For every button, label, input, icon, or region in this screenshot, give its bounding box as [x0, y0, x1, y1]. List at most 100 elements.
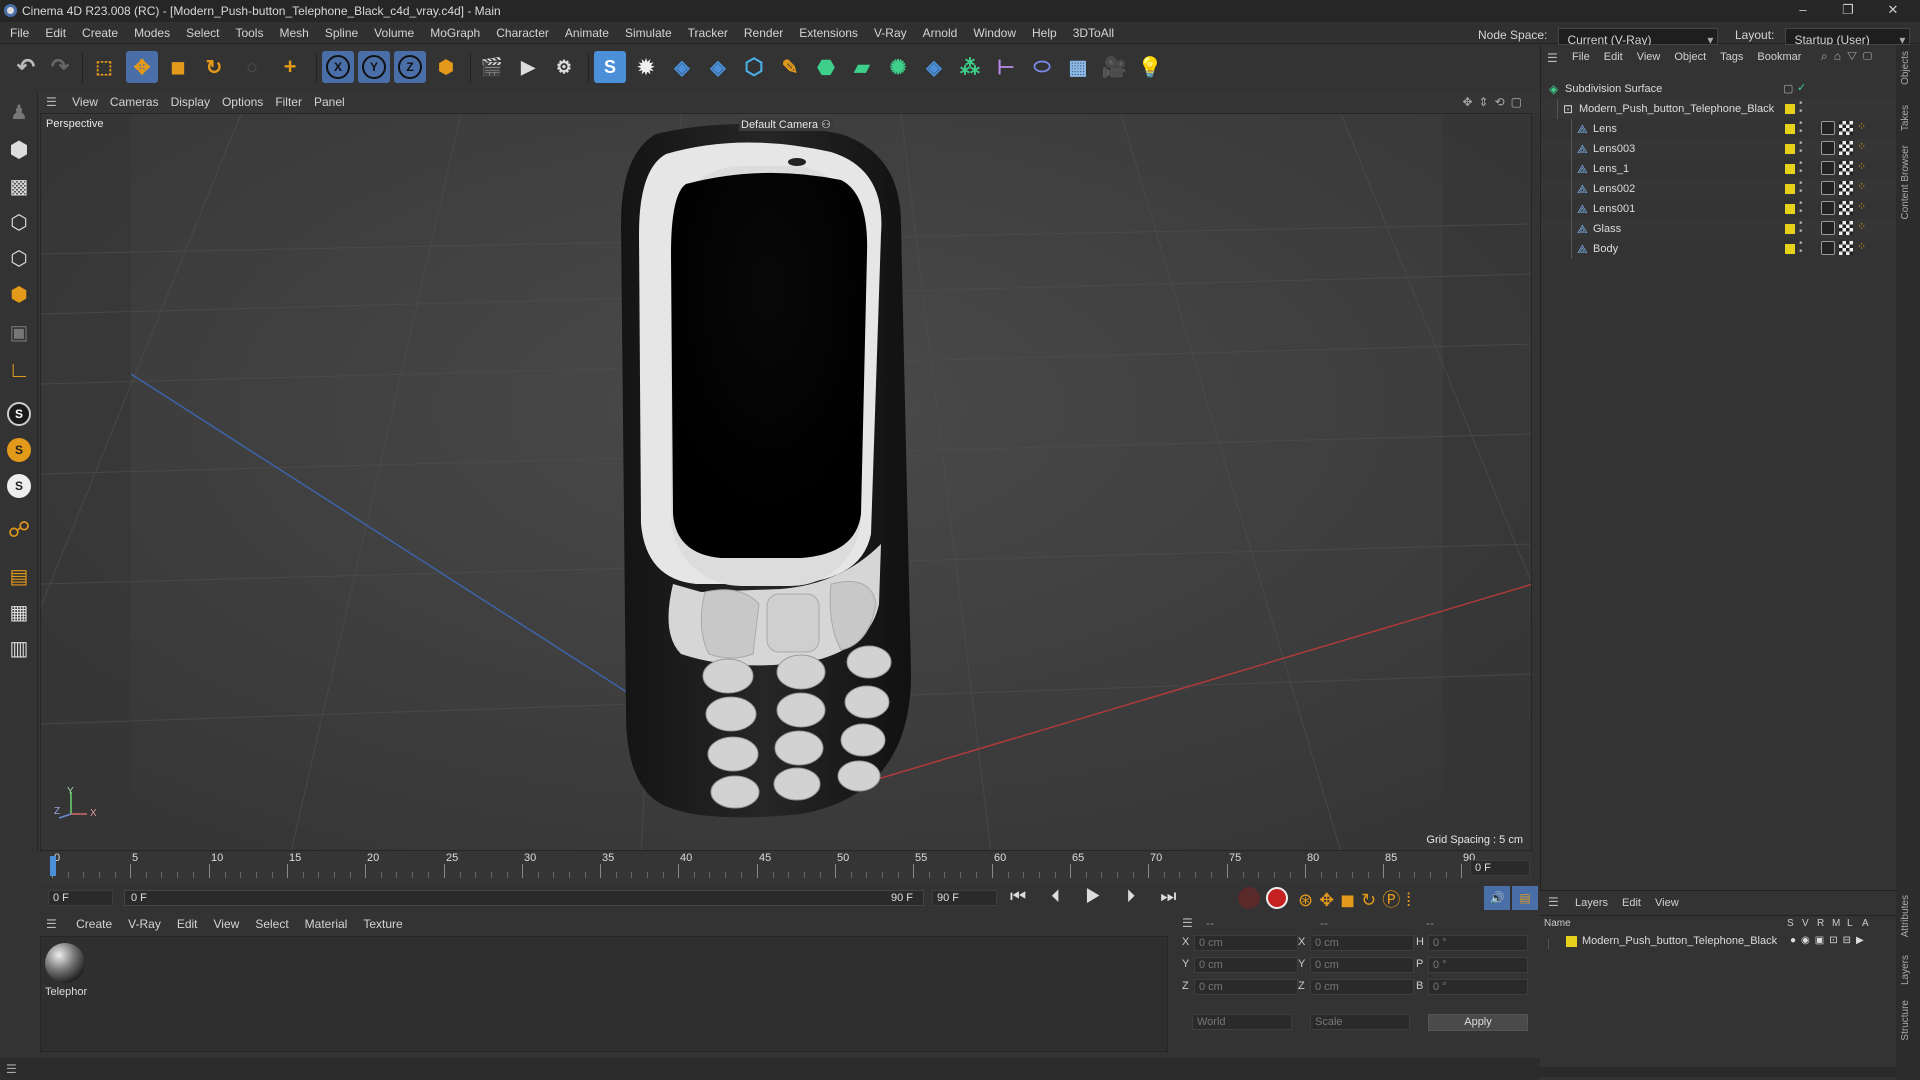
coord-rotation-field[interactable]: 0 ° — [1428, 935, 1528, 951]
status-hamburger-icon[interactable]: ☰ — [6, 1062, 17, 1076]
material-tag-icon[interactable]: ⁘ — [1857, 140, 1866, 153]
scale-tool-icon[interactable]: ◼ — [162, 51, 194, 83]
floor-icon[interactable]: ▦ — [1062, 51, 1094, 83]
size-mode-dropdown[interactable]: Scale — [1310, 1014, 1410, 1030]
visibility-dots-icon[interactable]: • • — [1799, 159, 1803, 177]
texture-tag-icon[interactable] — [1839, 221, 1853, 235]
tab-structure[interactable]: Structure — [1900, 1000, 1911, 1041]
recent-tool-icon[interactable]: ◌ — [236, 51, 268, 83]
coordinate-mode-dropdown[interactable]: World — [1192, 1014, 1292, 1030]
tab-layers[interactable]: Layers — [1900, 955, 1911, 985]
coord-position-field[interactable]: 0 cm — [1194, 979, 1298, 995]
coord-size-field[interactable]: 0 cm — [1310, 935, 1414, 951]
tab-attributes[interactable]: Attributes — [1900, 895, 1911, 937]
vray-logo-icon[interactable]: S — [594, 51, 626, 83]
visibility-dots-icon[interactable]: • • — [1799, 239, 1803, 257]
render-picture-viewer-icon[interactable]: ▶ — [512, 51, 544, 83]
layer-flag-r[interactable]: R — [1817, 918, 1832, 929]
axis-mode-icon[interactable]: ∟ — [4, 355, 34, 385]
visibility-dots-icon[interactable]: • • — [1799, 199, 1803, 217]
material-menu-edit[interactable]: Edit — [169, 912, 206, 936]
object-row-glass[interactable]: ⟁ Glass • • ⁘ — [1541, 219, 1897, 239]
material-tag-icon[interactable]: ⁘ — [1857, 220, 1866, 233]
uv-mode-icon[interactable]: ▣ — [4, 317, 34, 347]
apply-button[interactable]: Apply — [1428, 1014, 1528, 1031]
layer-menu-edit[interactable]: Edit — [1615, 893, 1648, 913]
layout-dropdown[interactable]: Startup (User) — [1785, 27, 1911, 51]
render-settings-icon[interactable]: ⚙ — [548, 51, 580, 83]
subdivision-icon[interactable]: ⬣ — [810, 51, 842, 83]
viewport-hamburger-icon[interactable]: ☰ — [38, 91, 63, 113]
vray-tag-icon[interactable] — [1821, 181, 1835, 195]
material-tag-icon[interactable]: ⁘ — [1857, 200, 1866, 213]
layer-color-icon[interactable] — [1785, 244, 1795, 254]
menu-mesh[interactable]: Mesh — [271, 22, 316, 44]
undo-icon[interactable]: ↶ — [10, 51, 42, 83]
coord-position-field[interactable]: 0 cm — [1194, 957, 1298, 973]
redo-icon[interactable]: ↷ — [44, 51, 76, 83]
key-mode-icons[interactable]: ⊛✥◼↻Ⓟ⁞ — [1298, 886, 1417, 912]
python-script-2-icon[interactable]: ◈ — [702, 51, 734, 83]
visibility-dots-icon[interactable]: • • — [1799, 219, 1803, 237]
menu-extensions[interactable]: Extensions — [791, 22, 866, 44]
vray-tag-icon[interactable] — [1821, 161, 1835, 175]
object-row-lens001[interactable]: ⟁ Lens001 • • ⁘ — [1541, 199, 1897, 219]
texture-tag-icon[interactable] — [1839, 201, 1853, 215]
vray-tag-icon[interactable] — [1821, 201, 1835, 215]
model-mode-icon[interactable]: ⬢ — [4, 135, 34, 165]
object-menu-view[interactable]: View — [1630, 47, 1668, 67]
node-space-dropdown[interactable]: Current (V-Ray) — [1558, 27, 1719, 51]
layer-flag-icons[interactable]: ●◉▣⊡⊟▶ — [1790, 935, 1869, 946]
menu-tracker[interactable]: Tracker — [680, 22, 736, 44]
menu-v-ray[interactable]: V-Ray — [866, 22, 915, 44]
object-row-lens002[interactable]: ⟁ Lens002 • • ⁘ — [1541, 179, 1897, 199]
start-frame-field[interactable]: 0 F — [48, 890, 113, 906]
edit-toggle-icon[interactable]: ▢ — [1783, 82, 1793, 95]
menu-render[interactable]: Render — [736, 22, 791, 44]
point-mode-icon[interactable]: ⬡ — [4, 207, 34, 237]
spline-tool-icon[interactable]: ⬭ — [1026, 51, 1058, 83]
transport-controls[interactable]: ⏮ ⏴ ▶ ⏵ ⏭ — [1010, 886, 1186, 907]
layer-flag-l[interactable]: L — [1847, 918, 1862, 929]
material-tag-icon[interactable]: ⁘ — [1857, 120, 1866, 133]
layer-flag-v[interactable]: V — [1802, 918, 1817, 929]
cube-icon[interactable]: ⬡ — [738, 51, 770, 83]
layer-menu-view[interactable]: View — [1648, 893, 1686, 913]
workplane-icon[interactable]: ▤ — [4, 561, 34, 591]
material-menu-view[interactable]: View — [206, 912, 248, 936]
render-view-icon[interactable]: 🎬 — [476, 51, 508, 83]
current-frame-field[interactable]: 0 F — [1470, 860, 1530, 876]
menu-window[interactable]: Window — [965, 22, 1024, 44]
menu-character[interactable]: Character — [488, 22, 557, 44]
material-tag-icon[interactable]: ⁘ — [1857, 180, 1866, 193]
pen-icon[interactable]: ✎ — [774, 51, 806, 83]
menu-3dtoall[interactable]: 3DToAll — [1065, 22, 1122, 44]
menu-select[interactable]: Select — [178, 22, 227, 44]
coord-rotation-field[interactable]: 0 ° — [1428, 957, 1528, 973]
record-keys-icon[interactable] — [1238, 887, 1260, 909]
y-axis-lock-icon[interactable]: Y — [358, 51, 390, 83]
object-row-lens003[interactable]: ⟁ Lens003 • • ⁘ — [1541, 139, 1897, 159]
texture-tag-icon[interactable] — [1839, 121, 1853, 135]
material-swatch[interactable]: Telephor — [45, 943, 87, 998]
menu-arnold[interactable]: Arnold — [915, 22, 966, 44]
coord-size-field[interactable]: 0 cm — [1310, 957, 1414, 973]
cloner-icon[interactable]: ⁂ — [954, 51, 986, 83]
menu-create[interactable]: Create — [74, 22, 126, 44]
create-object-icon[interactable]: + — [274, 51, 306, 83]
tab-objects[interactable]: Objects — [1900, 51, 1911, 85]
menu-tools[interactable]: Tools — [227, 22, 271, 44]
sound-icon[interactable]: 🔊 — [1484, 886, 1510, 910]
viewport-nav-icons[interactable]: ✥⇕⟲▢ — [1456, 91, 1534, 113]
workplane-locked-icon[interactable]: ▥ — [4, 633, 34, 663]
coord-size-field[interactable]: 0 cm — [1310, 979, 1414, 995]
object-toolbar-icons[interactable]: ⌕⌂▽▢ — [1821, 49, 1878, 64]
vray-tag-icon[interactable] — [1821, 221, 1835, 235]
material-menu-material[interactable]: Material — [297, 912, 356, 936]
timeline-ruler[interactable]: 0 5 10 15 20 25 30 35 40 45 50 55 60 65 70 75 80 85 90 0 F — [40, 852, 1532, 882]
texture-tag-icon[interactable] — [1839, 141, 1853, 155]
object-row-body[interactable]: ⟁ Body • • ⁘ — [1541, 239, 1897, 259]
object-row-subdivision-surface[interactable]: ◈ Subdivision Surface ▢ ✓ — [1541, 79, 1897, 99]
material-menu-select[interactable]: Select — [247, 912, 296, 936]
deformer-icon[interactable]: ⊢ — [990, 51, 1022, 83]
